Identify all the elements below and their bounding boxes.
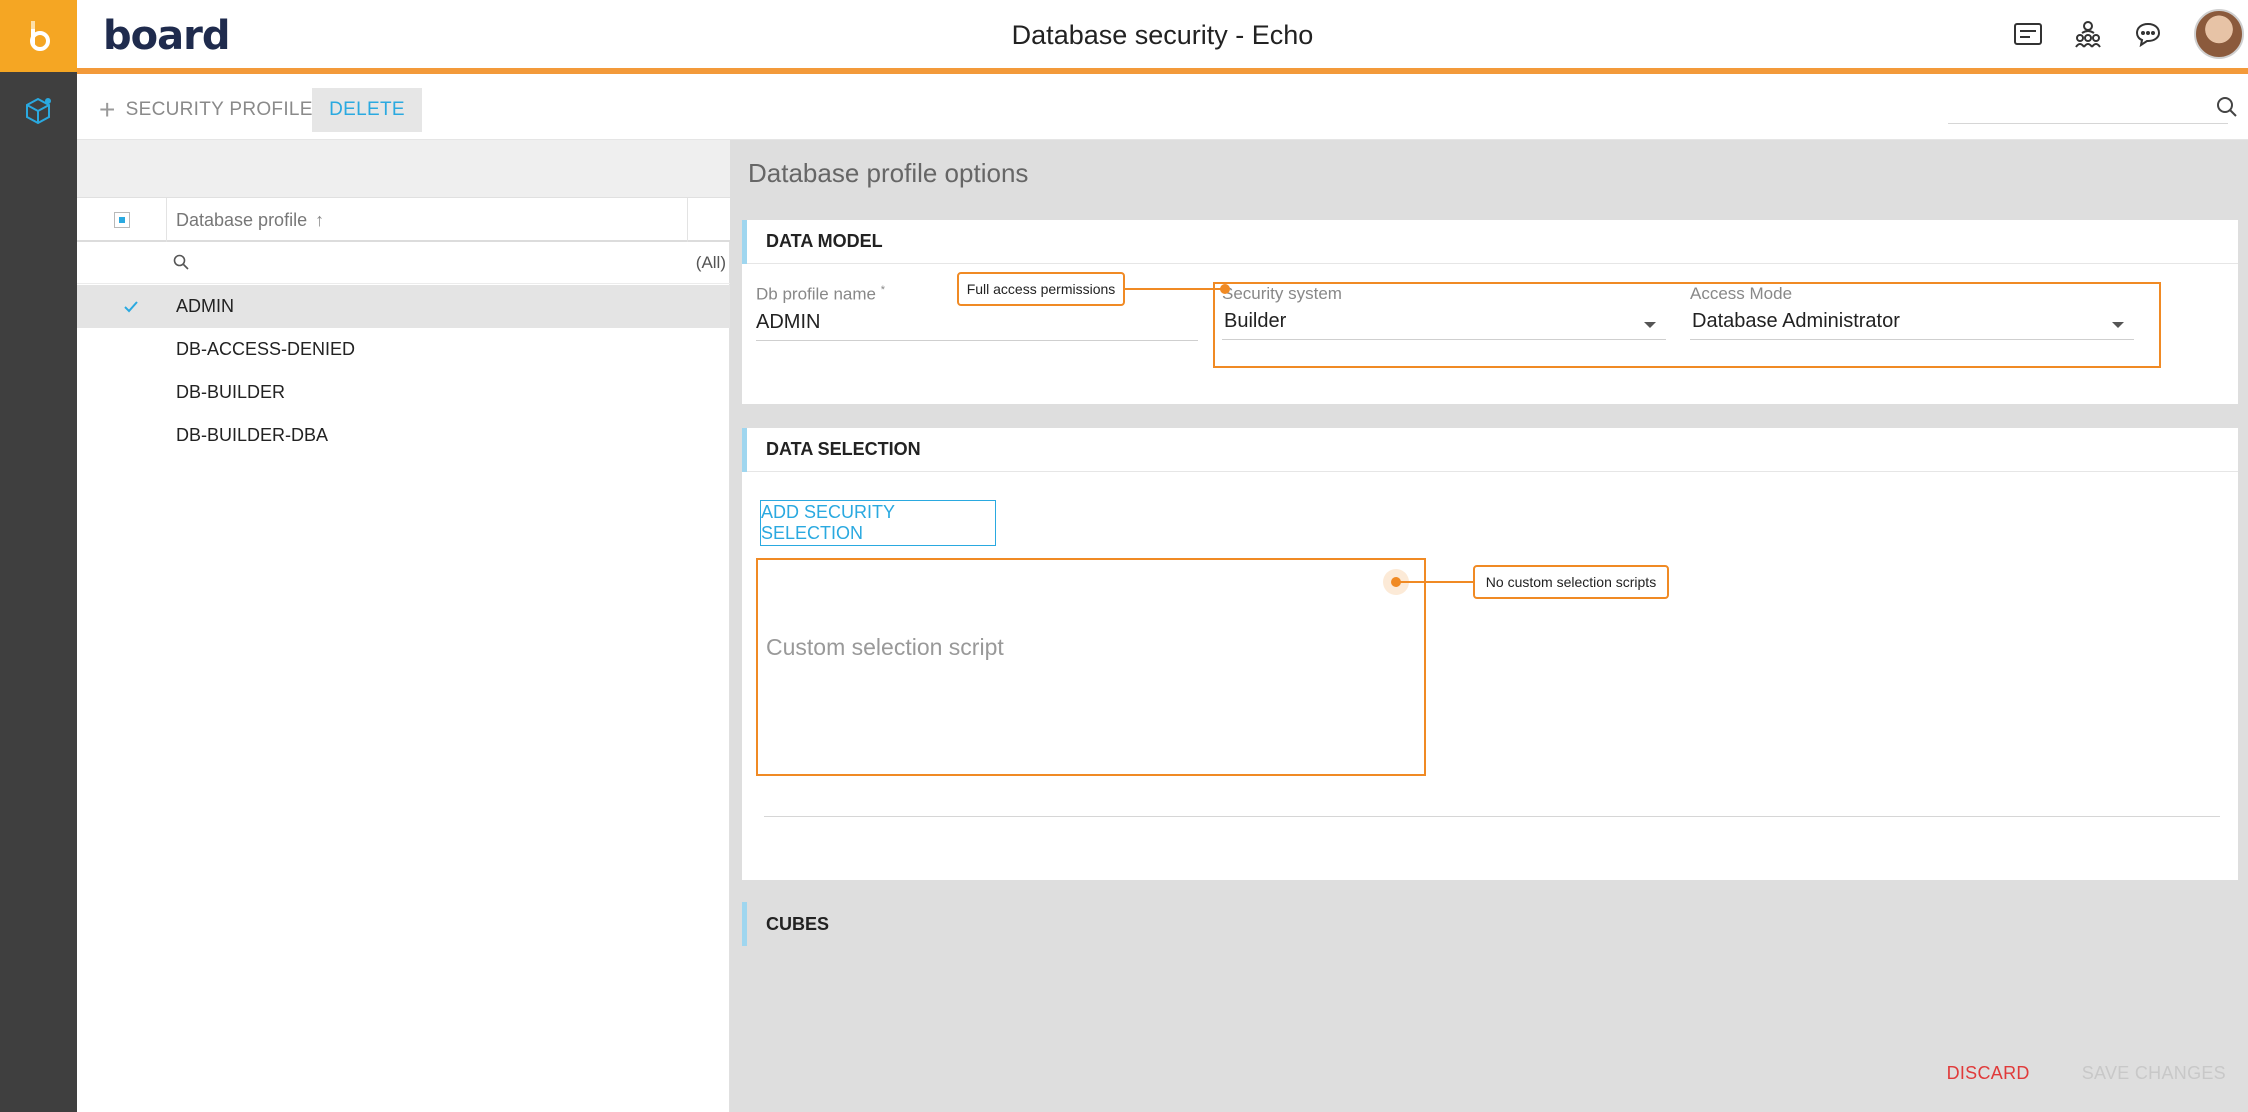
list-item-label: ADMIN xyxy=(176,296,234,316)
footer-actions: DISCARD SAVE CHANGES xyxy=(1947,1063,2226,1084)
data-selection-header: DATA SELECTION xyxy=(742,428,2238,472)
board-app-logo[interactable] xyxy=(0,0,77,72)
add-security-profile-label: SECURITY PROFILE xyxy=(125,99,313,120)
custom-selection-script-input[interactable]: Custom selection script xyxy=(756,558,1426,776)
data-model-heading: DATA MODEL xyxy=(766,231,883,251)
list-item-label: DB-ACCESS-DENIED xyxy=(176,339,356,359)
user-avatar[interactable] xyxy=(2194,9,2244,59)
select-all-checkbox-cell xyxy=(77,198,167,242)
header-actions xyxy=(2008,0,2248,68)
cubes-header[interactable]: CUBES xyxy=(742,902,2238,946)
list-top-band xyxy=(77,140,730,198)
list-item[interactable]: DB-ACCESS-DENIED xyxy=(77,328,730,371)
select-all-checkbox[interactable] xyxy=(113,212,130,228)
callout-connector xyxy=(1400,581,1474,583)
db-profile-name-label-text: Db profile name xyxy=(756,284,877,304)
list-item-label: DB-BUILDER xyxy=(176,382,286,402)
plus-icon: + xyxy=(99,94,116,125)
data-model-header: DATA MODEL xyxy=(742,220,2238,264)
no-custom-scripts-callout: No custom selection scripts xyxy=(1473,565,1669,599)
callout-connector xyxy=(1125,288,1225,290)
search-input[interactable] xyxy=(1948,94,2237,124)
full-access-callout: Full access permissions xyxy=(957,272,1125,306)
db-profile-name-input[interactable]: ADMIN xyxy=(756,311,1198,341)
row-checkmark-icon[interactable] xyxy=(122,298,140,316)
add-security-selection-button[interactable]: ADD SECURITY SELECTION xyxy=(760,500,996,546)
options-title: Database profile options xyxy=(748,158,1029,188)
list-item[interactable]: DB-BUILDER xyxy=(77,371,730,414)
profile-rows: ADMIN DB-ACCESS-DENIED DB-BUILDER DB-BUI… xyxy=(77,285,730,457)
script-placeholder: Custom selection script xyxy=(766,634,1004,660)
search-icon[interactable] xyxy=(2216,96,2238,123)
profile-list-panel: Database profile ↑ (All) ADMIN DB-ACCESS… xyxy=(77,140,730,1112)
add-security-profile-button[interactable]: + SECURITY PROFILE xyxy=(99,88,313,132)
filter-all-value[interactable]: (All) xyxy=(696,253,726,273)
required-asterisk: * xyxy=(880,284,886,296)
left-rail xyxy=(0,0,77,1112)
list-filter-row[interactable]: (All) xyxy=(77,242,730,284)
toolbar: + SECURITY PROFILE DELETE xyxy=(77,80,2248,140)
users-hierarchy-icon[interactable] xyxy=(2068,14,2108,54)
top-header: board Database security - Echo xyxy=(77,0,2248,74)
cubes-section: CUBES xyxy=(742,902,2238,946)
data-selection-heading: DATA SELECTION xyxy=(766,439,921,459)
cubes-heading: CUBES xyxy=(766,913,830,934)
delete-button[interactable]: DELETE xyxy=(312,88,422,132)
list-item[interactable]: DB-BUILDER-DBA xyxy=(77,414,730,457)
column-divider xyxy=(687,198,688,242)
column-header-database-profile[interactable]: Database profile ↑ xyxy=(176,198,324,242)
sort-ascending-icon[interactable]: ↑ xyxy=(315,210,324,231)
save-changes-button[interactable]: SAVE CHANGES xyxy=(2082,1063,2226,1084)
section-divider xyxy=(764,816,2220,817)
column-header-label: Database profile xyxy=(176,209,308,230)
data-selection-section: DATA SELECTION ADD SECURITY SELECTION Cu… xyxy=(742,428,2238,880)
chat-bubble-icon[interactable] xyxy=(2128,14,2168,54)
list-item-label: DB-BUILDER-DBA xyxy=(176,425,329,445)
security-fields-highlight xyxy=(1213,282,2161,368)
list-card-icon[interactable] xyxy=(2008,14,2048,54)
list-item[interactable]: ADMIN xyxy=(77,285,730,328)
callout-dot xyxy=(1220,284,1230,294)
security-cube-icon[interactable] xyxy=(18,92,58,132)
page-title: Database security - Echo xyxy=(1011,20,1314,50)
filter-search-icon[interactable] xyxy=(173,254,189,275)
board-logo-icon xyxy=(22,19,56,53)
list-header-row: Database profile ↑ xyxy=(77,198,730,242)
discard-button[interactable]: DISCARD xyxy=(1947,1063,2030,1084)
